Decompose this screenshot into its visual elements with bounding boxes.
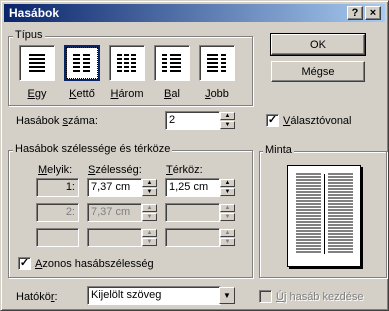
one-column-icon (29, 54, 45, 72)
spin-down-icon[interactable]: ▼ (220, 121, 235, 129)
cancel-button[interactable]: Mégse (271, 61, 365, 82)
preset-two-columns[interactable] (64, 45, 100, 81)
width-spinner-1[interactable]: ▲ ▼ (142, 179, 157, 196)
presets-group-label: Típus (13, 29, 45, 41)
width-input-3 (87, 228, 142, 247)
spin-up-icon[interactable]: ▲ (142, 179, 157, 187)
preview-text-lines-icon (296, 173, 353, 254)
right-column-icon (207, 54, 226, 72)
spin-up-icon[interactable]: ▲ (220, 179, 235, 187)
spin-up-icon: ▲ (142, 229, 157, 237)
spin-down-icon: ▼ (142, 213, 157, 221)
preset-one-column-label: Egy (27, 88, 47, 100)
width-spinner-3: ▲ ▼ (142, 229, 157, 246)
spin-up-icon: ▲ (142, 204, 157, 212)
columns-count-label: Hasábok száma: (16, 115, 98, 127)
preset-right-label: Jobb (205, 88, 229, 100)
line-between-checkbox[interactable]: ✓ (266, 114, 279, 127)
spin-down-icon: ▼ (220, 213, 235, 221)
preset-three-columns-label: Három (110, 88, 144, 100)
new-column-checkbox (259, 290, 272, 303)
preset-one-column[interactable] (19, 45, 55, 81)
apply-to-label: Hatókör: (16, 291, 58, 303)
spacing-spinner-3: ▲ ▼ (220, 229, 235, 246)
column-number-1: 1: (36, 178, 79, 197)
close-button[interactable]: × (365, 6, 381, 20)
equal-width-label: Azonos hasábszélesség (35, 258, 154, 270)
equal-width-checkbox[interactable]: ✓ (18, 257, 31, 270)
left-column-icon (162, 54, 181, 72)
preset-two-columns-label: Kettő (69, 88, 95, 100)
columns-count-input[interactable]: 2 (165, 111, 220, 130)
width-header: Szélesség: (88, 164, 142, 176)
help-button[interactable]: ? (347, 6, 363, 20)
preview-area (259, 151, 387, 276)
spin-down-icon: ▼ (142, 238, 157, 246)
spacing-input-1[interactable]: 1,25 cm (165, 178, 220, 197)
spin-up-icon: ▲ (220, 229, 235, 237)
dialog-title: Hasábok (9, 6, 60, 20)
spacing-spinner-1[interactable]: ▲ ▼ (220, 179, 235, 196)
chevron-down-icon[interactable]: ▼ (219, 287, 235, 304)
width-spinner-2: ▲ ▼ (142, 204, 157, 221)
columns-dialog: Hasábok ? × Típus Egy Kettő Három Bal Jo… (0, 0, 389, 311)
preset-left-label: Bal (164, 88, 180, 100)
ok-button[interactable]: OK (270, 33, 366, 56)
spacing-input-3 (165, 228, 220, 247)
preset-right[interactable] (199, 45, 235, 81)
spin-up-icon: ▲ (220, 204, 235, 212)
column-number-3 (36, 228, 79, 247)
preset-three-columns[interactable] (109, 45, 145, 81)
apply-to-select[interactable]: Kijelölt szöveg (87, 286, 221, 305)
spin-down-icon: ▼ (220, 238, 235, 246)
column-header: Melyik: (38, 164, 73, 176)
width-spacing-group-label: Hasábok szélessége és térköze (13, 143, 173, 155)
width-input-1[interactable]: 7,37 cm (87, 178, 142, 197)
preview-page (287, 165, 361, 267)
two-columns-icon (73, 54, 90, 72)
spin-down-icon[interactable]: ▼ (142, 188, 157, 196)
preset-left[interactable] (154, 45, 190, 81)
columns-count-spinner[interactable]: ▲ ▼ (220, 112, 235, 129)
spacing-header: Térköz: (166, 164, 203, 176)
column-number-2: 2: (36, 203, 79, 222)
spacing-spinner-2: ▲ ▼ (220, 204, 235, 221)
spin-up-icon[interactable]: ▲ (220, 112, 235, 120)
new-column-label: Új hasáb kezdése (276, 291, 364, 303)
width-input-2: 7,37 cm (87, 203, 142, 222)
spin-down-icon[interactable]: ▼ (220, 188, 235, 196)
three-columns-icon (117, 54, 136, 72)
line-between-label: Választóvonal (283, 115, 352, 127)
spacing-input-2 (165, 203, 220, 222)
title-bar: Hasábok ? × (4, 4, 385, 22)
